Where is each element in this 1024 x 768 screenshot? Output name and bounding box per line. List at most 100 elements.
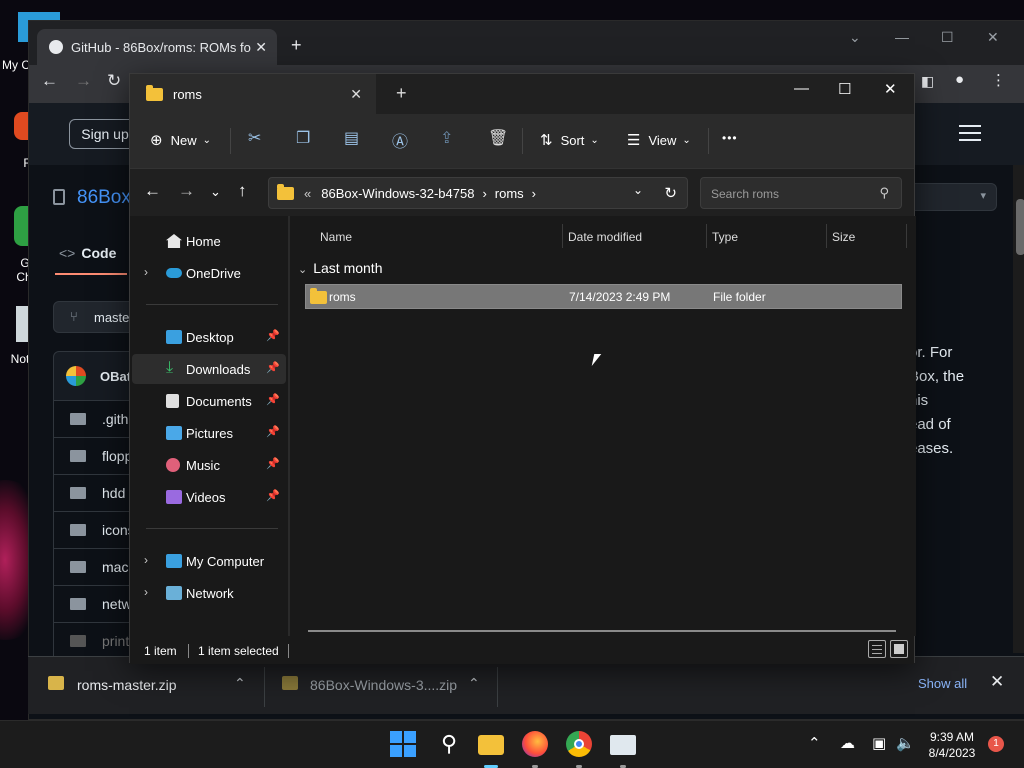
- pin-icon[interactable]: 📌: [266, 393, 280, 406]
- close-icon[interactable]: ✕: [987, 29, 999, 46]
- sort-button[interactable]: ⇅ Sort ⌄: [540, 131, 599, 149]
- column-header-name[interactable]: Name: [320, 230, 352, 244]
- chevron-up-icon[interactable]: ⌃: [468, 675, 480, 692]
- search-box[interactable]: Search roms ⚲: [700, 177, 902, 209]
- network-status-icon[interactable]: ▣: [872, 734, 886, 752]
- maximize-icon[interactable]: ☐: [838, 80, 851, 98]
- large-icons-view-icon[interactable]: [890, 640, 908, 658]
- code-tab[interactable]: <> Code: [59, 245, 116, 261]
- nav-item-pictures[interactable]: Pictures 📌: [132, 418, 286, 448]
- cut-icon[interactable]: ✂: [248, 128, 261, 148]
- new-button[interactable]: ⊕ New ⌄: [150, 131, 211, 149]
- breadcrumb-item[interactable]: roms: [495, 186, 524, 201]
- column-header-date-modified[interactable]: Date modified: [568, 230, 642, 244]
- table-row[interactable]: roms 7/14/2023 2:49 PM File folder: [305, 284, 902, 309]
- copy-icon[interactable]: ❐: [296, 128, 310, 148]
- view-button[interactable]: ☰ View ⌄: [627, 131, 691, 149]
- pin-icon[interactable]: 📌: [266, 457, 280, 470]
- cloud-offline-icon[interactable]: ☁: [840, 734, 855, 752]
- column-separator[interactable]: [562, 224, 563, 248]
- horizontal-scrollbar[interactable]: [308, 630, 896, 632]
- new-tab-button[interactable]: +: [291, 35, 302, 56]
- chevron-up-icon[interactable]: ⌃: [234, 675, 246, 692]
- scrollbar-thumb[interactable]: [1016, 199, 1024, 255]
- nav-item-downloads[interactable]: ⤓ Downloads 📌: [132, 354, 286, 384]
- tab-search-icon[interactable]: ⌄: [849, 29, 861, 46]
- notification-badge[interactable]: 1: [988, 736, 1004, 752]
- hamburger-menu-icon[interactable]: [959, 125, 981, 146]
- column-header-type[interactable]: Type: [712, 230, 738, 244]
- show-all-downloads-link[interactable]: Show all: [918, 676, 967, 691]
- recent-locations-chevron-icon[interactable]: ⌄: [210, 184, 221, 200]
- nav-item-my-computer[interactable]: › My Computer: [132, 546, 286, 576]
- close-tab-icon[interactable]: ✕: [255, 39, 267, 56]
- forward-icon[interactable]: →: [75, 71, 92, 91]
- details-view-icon[interactable]: [868, 640, 886, 658]
- forward-icon[interactable]: →: [178, 181, 195, 201]
- group-header[interactable]: ⌄ Last month: [298, 260, 382, 276]
- nav-item-videos[interactable]: Videos 📌: [132, 482, 286, 512]
- delete-icon[interactable]: 🗑: [488, 128, 508, 148]
- pin-icon[interactable]: 📌: [266, 329, 280, 342]
- maximize-icon[interactable]: ☐: [941, 29, 954, 46]
- new-tab-button[interactable]: +: [396, 83, 407, 104]
- close-icon[interactable]: ✕: [884, 80, 897, 98]
- breadcrumb-overflow[interactable]: «: [304, 186, 311, 201]
- back-icon[interactable]: ←: [41, 71, 58, 91]
- start-windows-icon[interactable]: [390, 731, 416, 757]
- nav-item-documents[interactable]: Documents 📌: [132, 386, 286, 416]
- notepad-icon[interactable]: [610, 735, 636, 755]
- paste-icon[interactable]: ▤: [344, 128, 359, 148]
- column-separator[interactable]: [826, 224, 827, 248]
- minimize-icon[interactable]: —: [794, 80, 809, 97]
- system-clock[interactable]: 9:39 AM 8/4/2023: [918, 729, 986, 761]
- pin-icon[interactable]: 📌: [266, 361, 280, 374]
- nav-item-home[interactable]: Home: [132, 226, 286, 256]
- share-icon[interactable]: ⇪: [440, 128, 453, 148]
- back-icon[interactable]: ←: [144, 181, 161, 201]
- breadcrumb-item[interactable]: 86Box-Windows-32-b4758: [321, 186, 474, 201]
- commit-author: OBat: [100, 369, 132, 384]
- document-icon: [166, 394, 179, 408]
- browser-tab[interactable]: GitHub - 86Box/roms: ROMs for ✕: [37, 29, 277, 65]
- up-icon[interactable]: ↑: [238, 181, 247, 201]
- close-tab-icon[interactable]: ✕: [350, 86, 362, 103]
- column-separator[interactable]: [706, 224, 707, 248]
- explorer-tab[interactable]: roms ✕: [130, 74, 376, 114]
- repo-name-link[interactable]: 86Box: [77, 187, 131, 209]
- chevron-right-icon[interactable]: ›: [144, 553, 148, 567]
- file-explorer-taskbar-icon[interactable]: [478, 735, 504, 755]
- firefox-icon[interactable]: [522, 731, 548, 757]
- volume-icon[interactable]: 🔈: [896, 734, 915, 752]
- download-item-name[interactable]: roms-master.zip: [77, 677, 177, 693]
- chevron-right-icon[interactable]: ›: [144, 265, 148, 279]
- chevron-right-icon[interactable]: ›: [144, 585, 148, 599]
- pin-icon[interactable]: 📌: [266, 425, 280, 438]
- reload-icon[interactable]: ↻: [107, 71, 121, 91]
- show-hidden-icons-chevron-icon[interactable]: ⌃: [808, 734, 821, 752]
- search-icon[interactable]: ⚲: [436, 731, 462, 757]
- minimize-icon[interactable]: —: [895, 29, 909, 45]
- nav-item-desktop[interactable]: Desktop 📌: [132, 322, 286, 352]
- chevron-down-icon[interactable]: ⌄: [633, 183, 643, 197]
- refresh-icon[interactable]: ↻: [664, 184, 677, 202]
- folder-icon: [70, 561, 86, 573]
- branch-icon: ⑂: [70, 309, 78, 324]
- column-separator[interactable]: [906, 224, 907, 248]
- address-bar[interactable]: « 86Box-Windows-32-b4758 › roms › ⌄ ↻: [268, 177, 688, 209]
- chevron-down-icon: ⌄: [298, 264, 308, 276]
- chrome-icon[interactable]: [566, 731, 592, 757]
- nav-item-onedrive[interactable]: › OneDrive: [132, 258, 286, 288]
- menu-icon[interactable]: ⋮: [991, 71, 1006, 89]
- more-options-button[interactable]: •••: [722, 131, 738, 145]
- column-header-size[interactable]: Size: [832, 230, 855, 244]
- nav-item-music[interactable]: Music 📌: [132, 450, 286, 480]
- breadcrumb-separator-icon: ›: [531, 185, 537, 201]
- download-item-name[interactable]: 86Box-Windows-3....zip: [310, 677, 457, 693]
- sidebar-icon[interactable]: ◧: [921, 73, 934, 90]
- pin-icon[interactable]: 📌: [266, 489, 280, 502]
- rename-icon[interactable]: Ⓐ: [392, 128, 408, 152]
- profile-icon[interactable]: ●: [955, 71, 964, 88]
- nav-item-network[interactable]: › Network: [132, 578, 286, 608]
- close-download-bar-icon[interactable]: ✕: [990, 672, 1004, 692]
